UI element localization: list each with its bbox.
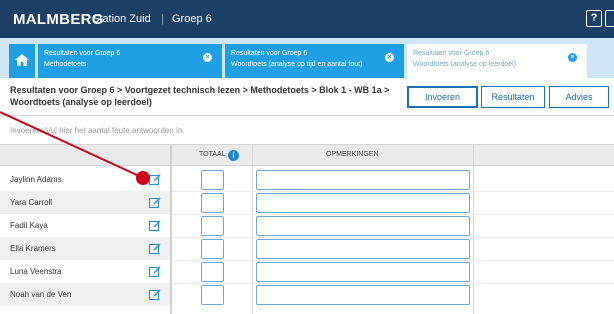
annotation-arrow — [0, 111, 150, 185]
